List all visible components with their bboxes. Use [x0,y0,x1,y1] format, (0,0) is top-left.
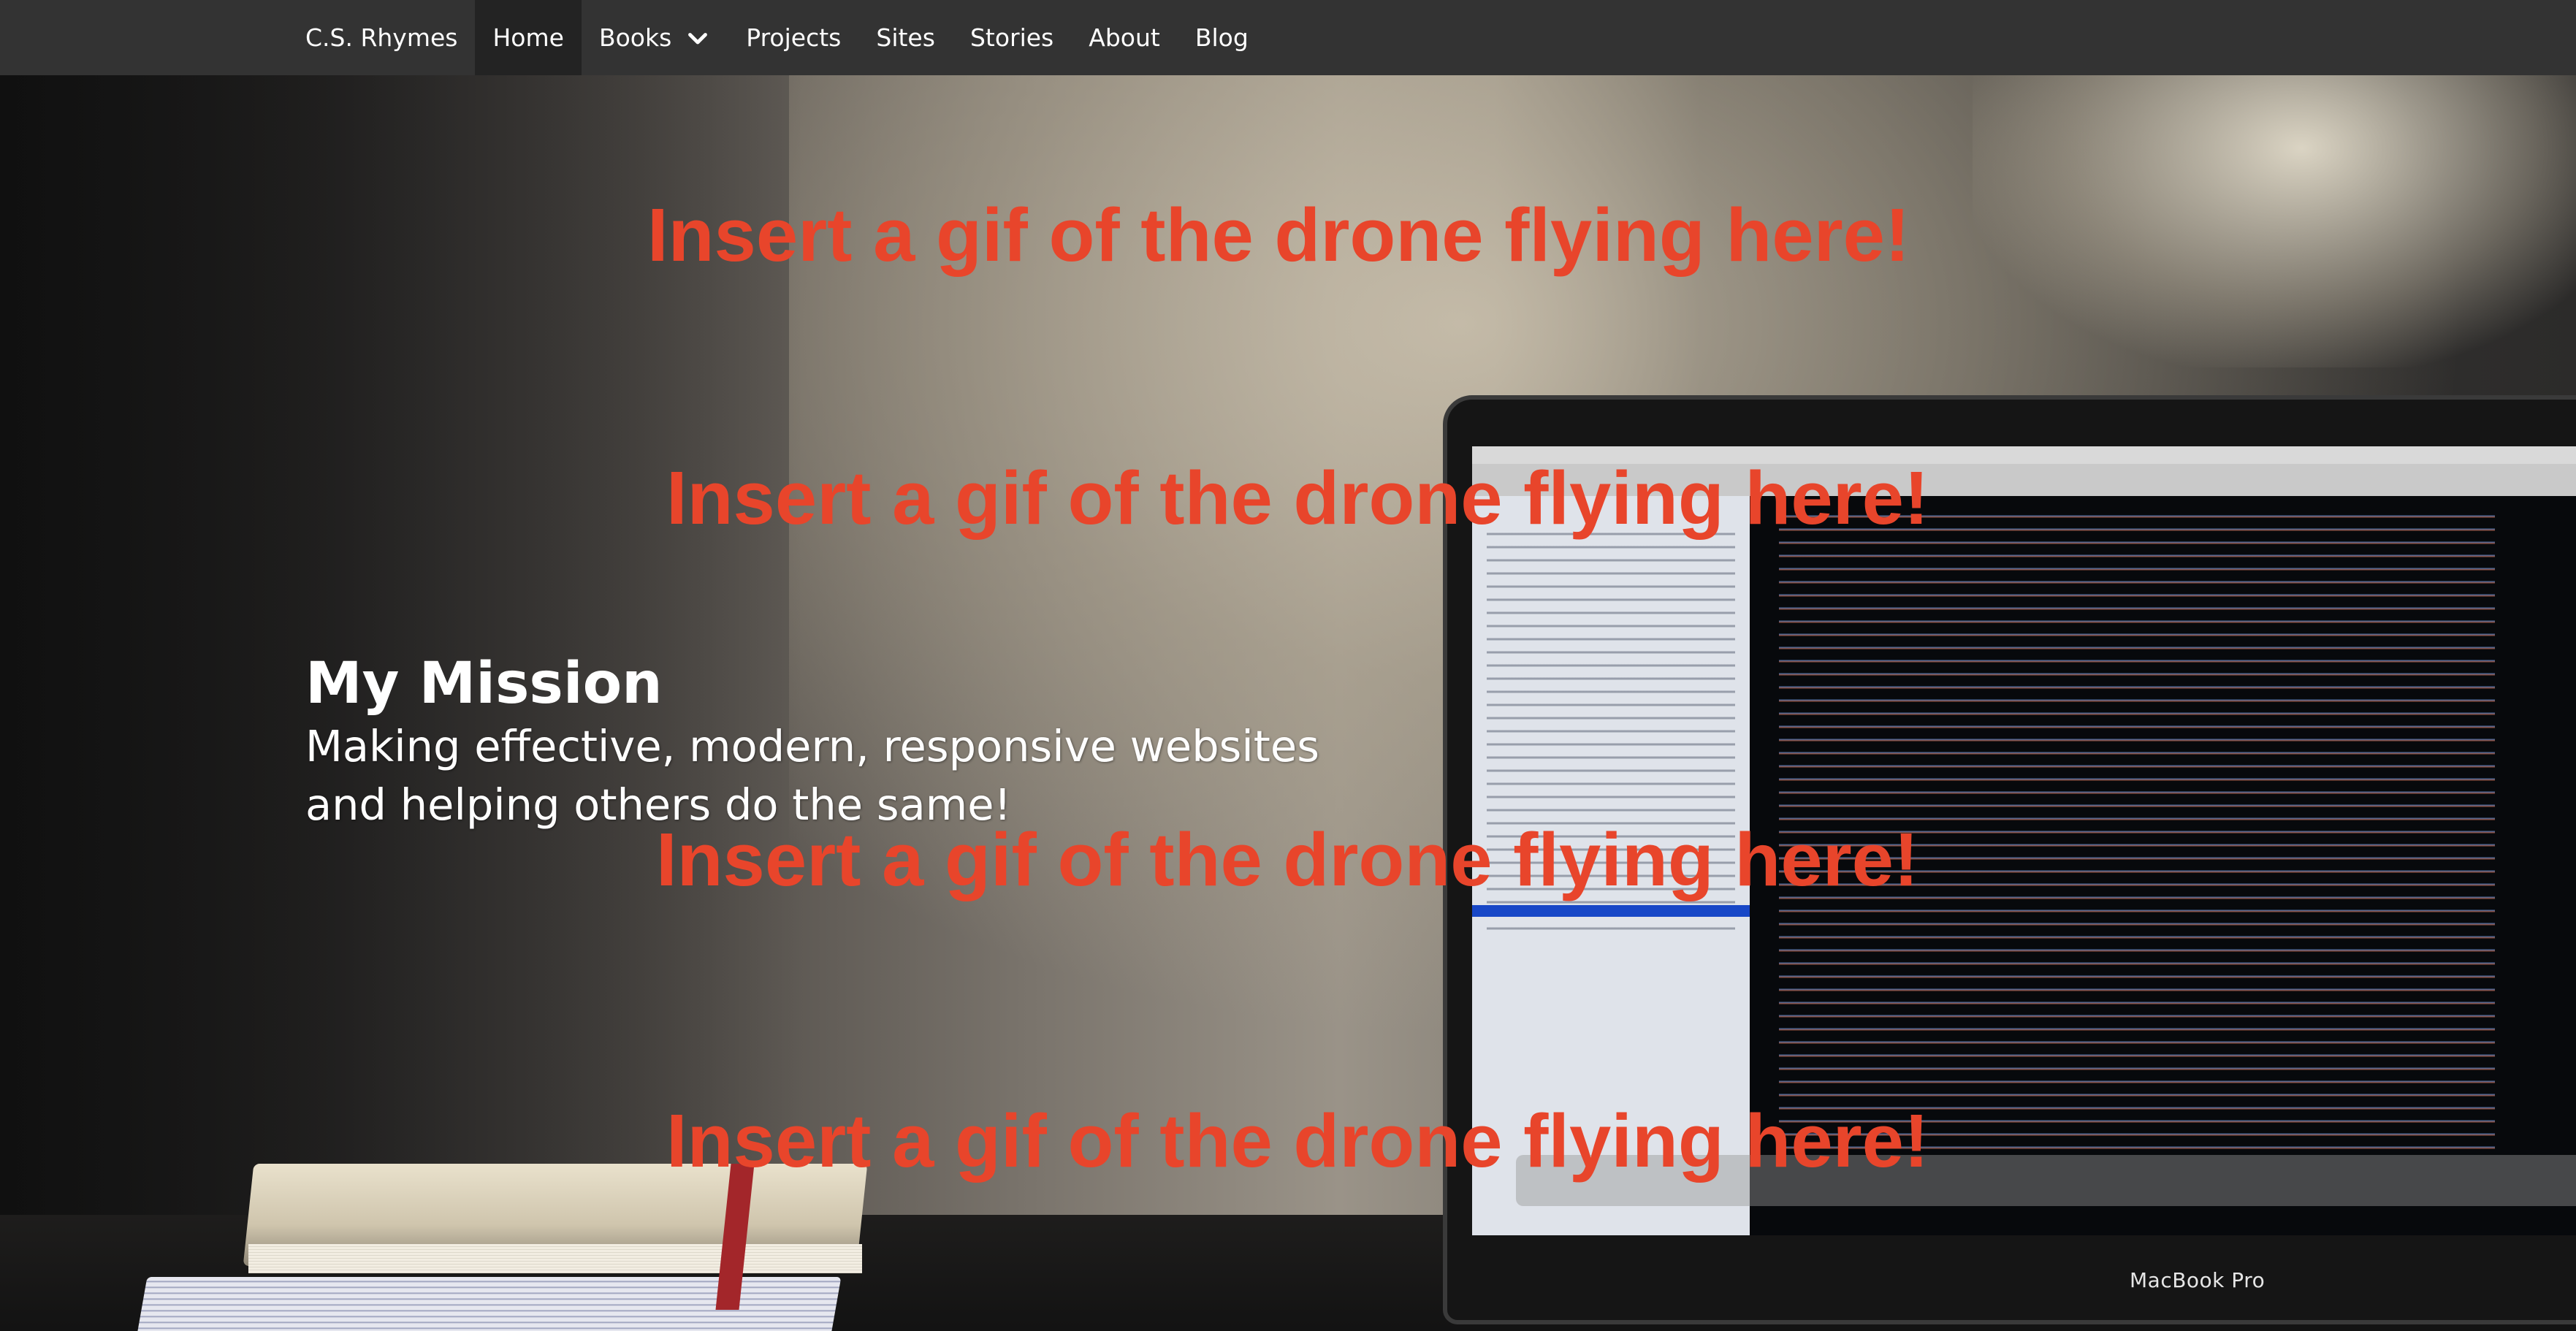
mission-title: My Mission [305,651,663,717]
mission-block: My Mission Making effective, modern, res… [305,650,1319,834]
chevron-down-icon [688,32,708,44]
top-navbar: C.S. Rhymes Home Books Projects Sites St… [0,0,2576,75]
nav-item-home[interactable]: Home [475,0,582,75]
page: C.S. Rhymes Home Books Projects Sites St… [0,0,2576,1331]
book-pages [248,1244,862,1273]
nav-item-about[interactable]: About [1071,0,1178,75]
nav-item-sites-label: Sites [876,23,935,52]
nav-item-books-label: Books [598,23,672,52]
nav-item-stories-label: Stories [969,23,1054,52]
drone-gif-placeholder: Insert a gif of the drone flying here! [656,817,1919,901]
nav-item-projects-label: Projects [746,23,842,52]
nav-brand-label: C.S. Rhymes [305,23,458,52]
nav-item-about-label: About [1089,23,1160,52]
nav-item-stories[interactable]: Stories [953,0,1071,75]
nav-item-sites[interactable]: Sites [858,0,953,75]
nav-item-home-label: Home [492,23,564,52]
nav-item-books[interactable]: Books [582,0,728,75]
laptop-brand-label: MacBook Pro [2130,1268,2266,1292]
nav-item-blog-label: Blog [1194,23,1249,52]
hero-sunlight-highlight [1973,75,2576,367]
nav-list: C.S. Rhymes Home Books Projects Sites St… [288,0,1266,75]
file-tree-selection [1472,905,1750,917]
nav-brand-link[interactable]: C.S. Rhymes [288,0,475,75]
drone-gif-placeholder: Insert a gif of the drone flying here! [666,1099,1929,1183]
nav-item-projects[interactable]: Projects [728,0,858,75]
drone-gif-placeholder: Insert a gif of the drone flying here! [647,193,1910,277]
nav-item-blog[interactable]: Blog [1178,0,1266,75]
drone-gif-placeholder: Insert a gif of the drone flying here! [666,456,1929,540]
mission-text-line-1: Making effective, modern, responsive web… [305,721,1319,771]
